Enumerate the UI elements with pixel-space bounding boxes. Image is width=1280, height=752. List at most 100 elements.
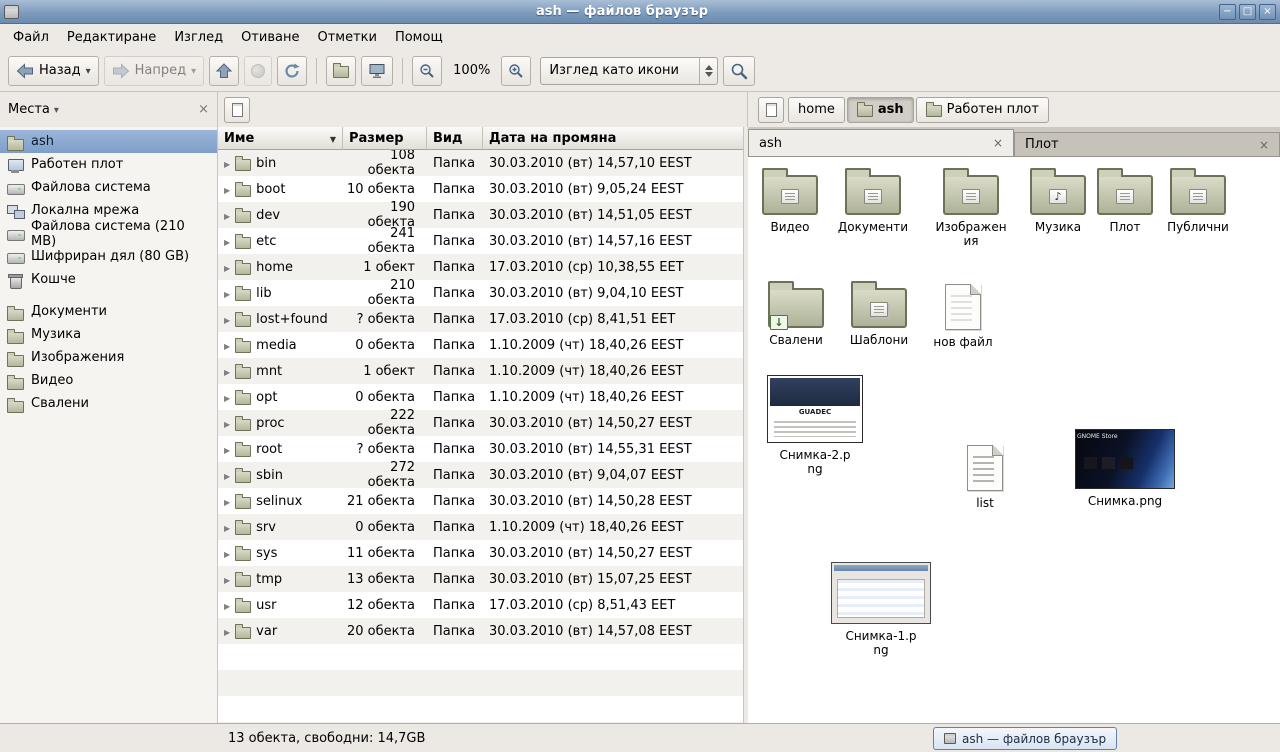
tab[interactable]: ash xyxy=(748,129,1014,156)
tab[interactable]: Плот xyxy=(1014,132,1280,156)
file-row[interactable]: opt 0 обекта Папка 1.10.2009 (чт) 18,40,… xyxy=(218,384,743,410)
sidebar-bookmark-item[interactable]: Изображения xyxy=(0,346,217,369)
sidebar-place-item[interactable]: Кошче xyxy=(0,268,217,291)
file-row[interactable]: var 20 обекта Папка 30.03.2010 (вт) 14,5… xyxy=(218,618,743,644)
expander-icon[interactable] xyxy=(224,286,230,301)
back-button[interactable]: Назад xyxy=(8,56,99,86)
file-row[interactable]: tmp 13 обекта Папка 30.03.2010 (вт) 15,0… xyxy=(218,566,743,592)
sidebar-place-item[interactable]: Работен плот xyxy=(0,153,217,176)
menu-item[interactable]: Редактиране xyxy=(58,26,165,49)
column-header-name[interactable]: Име xyxy=(218,127,343,150)
expander-icon[interactable] xyxy=(224,416,230,431)
search-button[interactable] xyxy=(723,56,755,86)
zoom-in-button[interactable] xyxy=(501,56,531,86)
sidebar-place-item[interactable]: Файлова система (210 MB) xyxy=(0,222,217,245)
sidebar-place-item[interactable]: ash xyxy=(0,130,217,153)
root-location-button[interactable] xyxy=(224,97,250,123)
icon-view-item[interactable]: Свалени xyxy=(754,282,838,347)
icon-view-item[interactable]: Плот xyxy=(1083,169,1167,234)
expander-icon[interactable] xyxy=(224,182,230,197)
file-row[interactable]: lost+found ? обекта Папка 17.03.2010 (ср… xyxy=(218,306,743,332)
combo-spin-icon[interactable] xyxy=(699,58,717,84)
icon-view-canvas[interactable]: Видео Документи xyxy=(748,157,1280,723)
icon-view-item[interactable]: Изображения xyxy=(929,169,1013,249)
sidebar-place-item[interactable]: Файлова система xyxy=(0,176,217,199)
back-dropdown-icon[interactable] xyxy=(86,63,91,78)
file-row[interactable]: home 1 обект Папка 17.03.2010 (ср) 10,38… xyxy=(218,254,743,280)
minimize-button-icon[interactable] xyxy=(1219,4,1236,20)
expander-icon[interactable] xyxy=(224,390,230,405)
sidebar-bookmark-item[interactable]: Видео xyxy=(0,369,217,392)
expander-icon[interactable] xyxy=(224,208,230,223)
places-panel-title[interactable]: Места xyxy=(8,102,50,117)
breadcrumb-button[interactable]: Работен плот xyxy=(916,97,1049,123)
stop-button[interactable] xyxy=(244,56,272,86)
menu-item[interactable]: Отиване xyxy=(232,26,308,49)
expander-icon[interactable] xyxy=(224,520,230,535)
expander-icon[interactable] xyxy=(224,156,230,171)
file-row[interactable]: bin 108 обекта Папка 30.03.2010 (вт) 14,… xyxy=(218,150,743,176)
expander-icon[interactable] xyxy=(224,598,230,613)
expander-icon[interactable] xyxy=(224,624,230,639)
icon-view-item[interactable]: Снимка-1.png xyxy=(828,562,934,658)
expander-icon[interactable] xyxy=(224,468,230,483)
tab-close-icon[interactable] xyxy=(993,136,1003,150)
expander-icon[interactable] xyxy=(224,312,230,327)
sidebar-bookmark-item[interactable]: Музика xyxy=(0,323,217,346)
expander-icon[interactable] xyxy=(224,338,230,353)
icon-view-item[interactable]: list xyxy=(943,445,1027,510)
column-header-type[interactable]: Вид xyxy=(427,127,483,150)
sidebar-bookmark-item[interactable]: Свалени xyxy=(0,392,217,415)
breadcrumb-button[interactable]: ash xyxy=(847,97,914,123)
sidebar-bookmark-item[interactable]: Документи xyxy=(0,300,217,323)
file-row[interactable]: etc 241 обекта Папка 30.03.2010 (вт) 14,… xyxy=(218,228,743,254)
view-mode-select[interactable]: Изглед като икони xyxy=(540,57,718,85)
file-row[interactable]: mnt 1 обект Папка 1.10.2009 (чт) 18,40,2… xyxy=(218,358,743,384)
file-row[interactable]: proc 222 обекта Папка 30.03.2010 (вт) 14… xyxy=(218,410,743,436)
icon-view-item[interactable]: GUADEC Снимка-2.png xyxy=(762,375,868,477)
expander-icon[interactable] xyxy=(224,260,230,275)
breadcrumb-button[interactable]: home xyxy=(788,97,845,123)
file-row[interactable]: sys 11 обекта Папка 30.03.2010 (вт) 14,5… xyxy=(218,540,743,566)
taskbar-window-button[interactable]: ash — файлов браузър xyxy=(933,727,1117,750)
file-row[interactable]: dev 190 обекта Папка 30.03.2010 (вт) 14,… xyxy=(218,202,743,228)
expander-icon[interactable] xyxy=(224,494,230,509)
column-header-size[interactable]: Размер xyxy=(343,127,427,150)
menu-item[interactable]: Помощ xyxy=(386,26,452,49)
chevron-down-icon[interactable] xyxy=(50,102,59,117)
root-location-button[interactable] xyxy=(758,97,784,123)
menu-item[interactable]: Изглед xyxy=(165,26,232,49)
file-row[interactable]: usr 12 обекта Папка 17.03.2010 (ср) 8,51… xyxy=(218,592,743,618)
icon-view-item[interactable]: GNOME Store Снимка.png xyxy=(1072,429,1178,508)
menu-item[interactable]: Отметки xyxy=(308,26,385,49)
icon-view-item[interactable]: Документи xyxy=(831,169,915,234)
expander-icon[interactable] xyxy=(224,234,230,249)
icon-view-item[interactable]: Видео xyxy=(748,169,832,234)
computer-button[interactable] xyxy=(361,56,393,86)
expander-icon[interactable] xyxy=(224,572,230,587)
tab-close-icon[interactable] xyxy=(1259,138,1269,152)
forward-button[interactable]: Напред xyxy=(104,56,205,86)
forward-dropdown-icon[interactable] xyxy=(191,63,196,78)
reload-button[interactable] xyxy=(277,56,307,86)
sidebar-place-item[interactable]: Шифриран дял (80 GB) xyxy=(0,245,217,268)
expander-icon[interactable] xyxy=(224,364,230,379)
titlebar[interactable]: ash — файлов браузър xyxy=(0,0,1280,24)
menu-item[interactable]: Файл xyxy=(4,26,58,49)
file-row[interactable]: lib 210 обекта Папка 30.03.2010 (вт) 9,0… xyxy=(218,280,743,306)
icon-view-item[interactable]: Публични xyxy=(1156,169,1240,234)
maximize-button-icon[interactable] xyxy=(1239,4,1256,20)
column-header-date[interactable]: Дата на промяна xyxy=(483,127,743,150)
zoom-out-button[interactable] xyxy=(412,56,442,86)
file-row[interactable]: srv 0 обекта Папка 1.10.2009 (чт) 18,40,… xyxy=(218,514,743,540)
file-row[interactable]: boot 10 обекта Папка 30.03.2010 (вт) 9,0… xyxy=(218,176,743,202)
file-row[interactable]: media 0 обекта Папка 1.10.2009 (чт) 18,4… xyxy=(218,332,743,358)
file-row[interactable]: selinux 21 обекта Папка 30.03.2010 (вт) … xyxy=(218,488,743,514)
icon-view-item[interactable]: нов файл xyxy=(921,284,1005,349)
places-close-icon[interactable] xyxy=(198,102,209,117)
expander-icon[interactable] xyxy=(224,546,230,561)
home-button[interactable] xyxy=(326,56,356,86)
file-row[interactable]: sbin 272 обекта Папка 30.03.2010 (вт) 9,… xyxy=(218,462,743,488)
close-button-icon[interactable] xyxy=(1259,4,1276,20)
expander-icon[interactable] xyxy=(224,442,230,457)
